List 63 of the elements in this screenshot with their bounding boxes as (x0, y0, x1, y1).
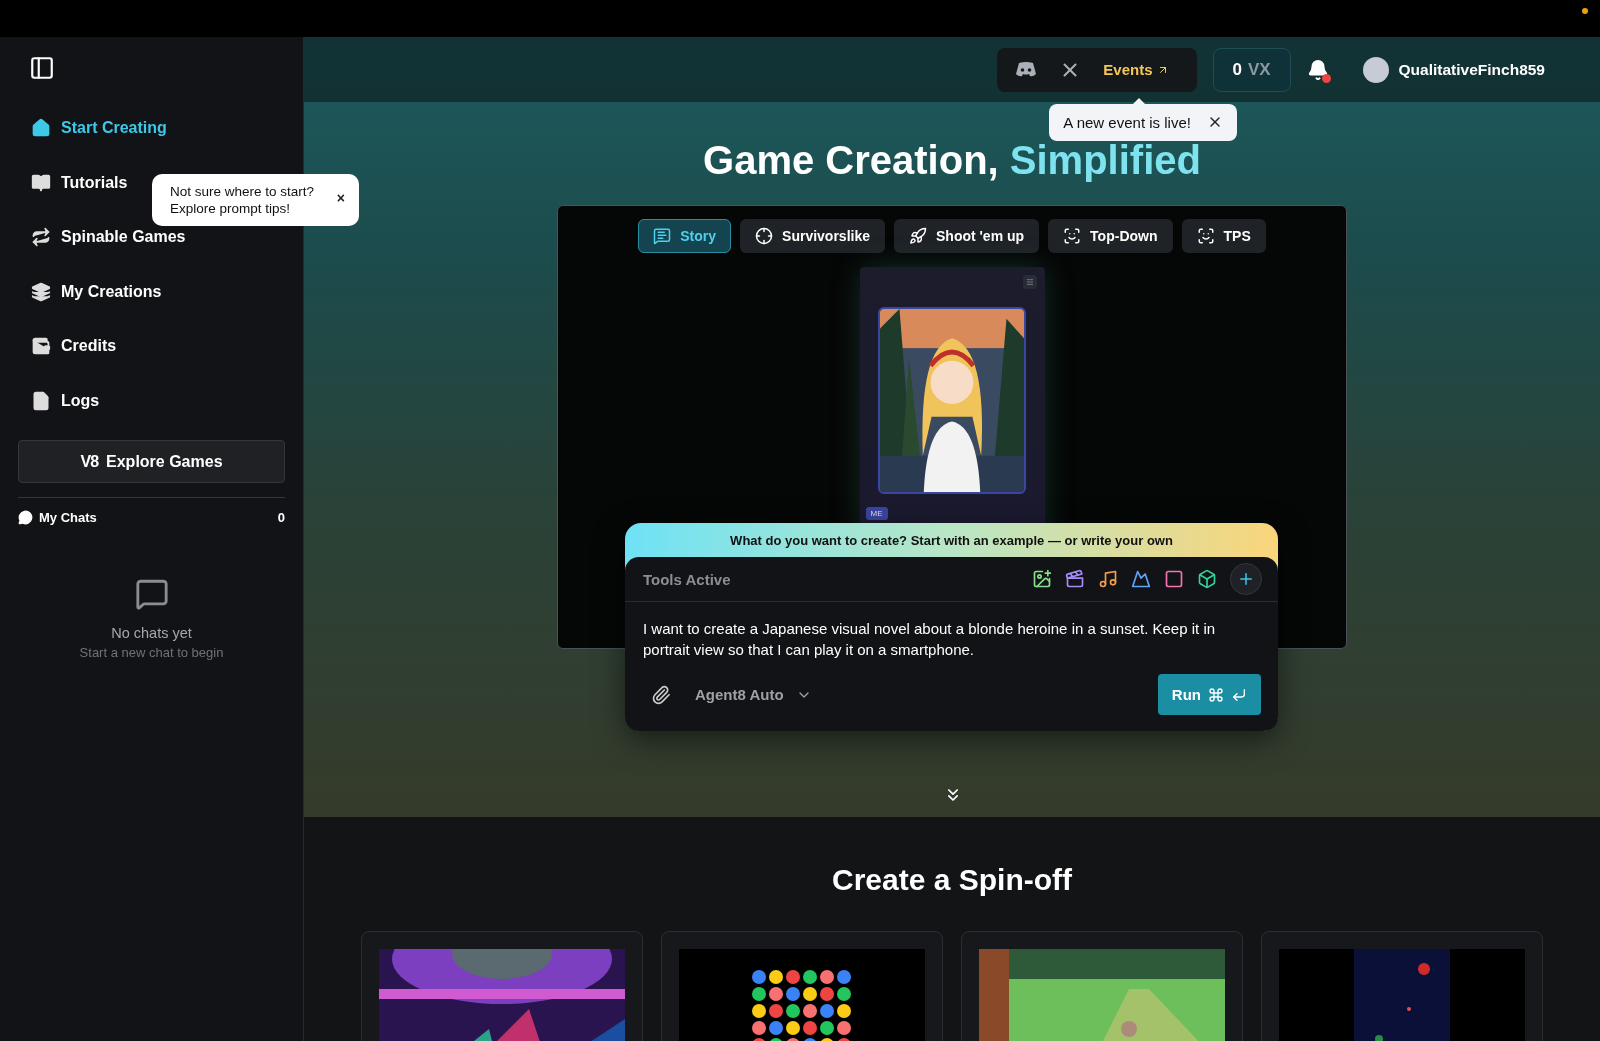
hero-title: Game Creation, Simplified (702, 138, 1202, 183)
lines-icon (1025, 278, 1034, 286)
status-dot (1582, 7, 1588, 14)
house-icon (31, 118, 51, 139)
paperclip-icon[interactable] (651, 684, 671, 705)
plus-icon (1237, 570, 1255, 588)
model-select[interactable]: Agent8 Auto (695, 686, 1134, 703)
close-button[interactable]: × (336, 190, 345, 206)
empty-title: No chats yet (111, 625, 192, 641)
book-icon (31, 172, 51, 193)
stack-icon (31, 281, 51, 302)
square-icon[interactable] (1164, 569, 1184, 589)
chat-icon (18, 510, 33, 525)
menu-icon[interactable] (1022, 275, 1037, 289)
toast-text: A new event is live! (1063, 113, 1191, 131)
chat-bubble-icon (134, 577, 169, 611)
events-link[interactable]: Events (1103, 61, 1169, 78)
document-icon (31, 390, 51, 411)
target-icon (755, 227, 774, 245)
genre-tab[interactable]: TPS (1181, 219, 1266, 253)
gamepad-icon[interactable] (1015, 61, 1038, 78)
section-title: Create a Spin-off (832, 863, 1072, 897)
game-card[interactable] (661, 931, 943, 1041)
empty-hint: Start a new chat to begin (79, 645, 224, 660)
focus-frame-icon (1063, 227, 1082, 245)
rocket-icon (909, 227, 927, 245)
sidebar-item[interactable]: Start Creating (18, 101, 285, 156)
command-key-icon (1208, 686, 1224, 703)
add-tool-button[interactable] (1230, 563, 1262, 595)
run-button[interactable]: Run (1157, 674, 1261, 715)
prompt-text[interactable]: I want to create a Japanese visual novel about a blonde heroine in a sunset. Keep it in portrait view so that I can play it on a smartphone. (643, 618, 1260, 660)
mountain-icon[interactable] (1131, 569, 1151, 589)
bell-icon[interactable] (1306, 58, 1329, 81)
sidebar-item[interactable]: My Creations (18, 264, 285, 319)
image-icon[interactable] (1032, 569, 1052, 589)
tools-label: Tools Active (643, 570, 732, 588)
genre-tab[interactable]: Survivorslike (740, 219, 885, 253)
avatar[interactable] (1362, 56, 1389, 83)
enter-key-icon (1231, 686, 1247, 703)
explore-games-button[interactable]: V8 Explore Games (18, 440, 285, 483)
tip-text: Not sure where to start? Explore prompt tips! (170, 184, 315, 216)
sidebar-toggle-icon[interactable] (29, 55, 55, 81)
my-chats-title: My Chats (39, 510, 98, 525)
notification-dot (1321, 73, 1331, 83)
chat-count: 0 (277, 510, 285, 525)
genre-tab[interactable]: Story (638, 219, 732, 253)
username[interactable]: QualitativeFinch859 (1398, 60, 1545, 79)
game-card[interactable] (961, 931, 1243, 1041)
person-frame-icon (1196, 227, 1215, 245)
music-icon[interactable] (1098, 569, 1118, 589)
genre-tab[interactable]: Shoot 'em up (894, 219, 1040, 253)
sidebar-item[interactable]: Logs (18, 373, 285, 428)
genre-tab[interactable]: Top-Down (1048, 219, 1173, 253)
speech-bubble-icon (653, 227, 672, 245)
arrows-icon (31, 227, 51, 248)
balance-badge[interactable]: 0 VX (1212, 47, 1291, 92)
wallet-icon (31, 336, 51, 357)
player-badge: ME (865, 507, 888, 520)
video-icon[interactable] (1065, 569, 1085, 589)
cube-icon[interactable] (1197, 569, 1217, 589)
prompt-banner-text: What do you want to create? Start with an example — or write your own (730, 532, 1173, 548)
sidebar-item[interactable]: Credits (18, 319, 285, 374)
panel-icon (29, 55, 55, 81)
